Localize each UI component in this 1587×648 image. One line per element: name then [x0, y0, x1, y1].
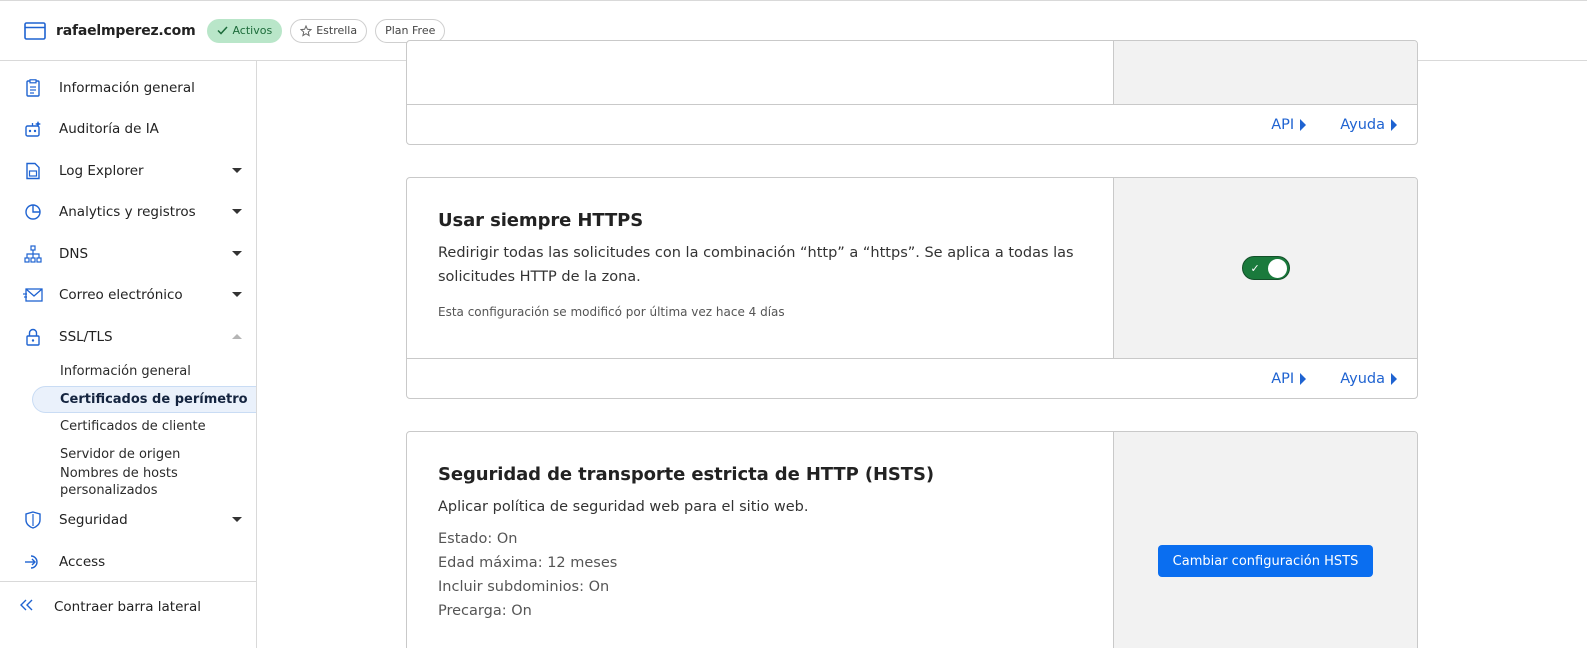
card-control-area: Cambiar configuración HSTS — [1114, 432, 1417, 648]
sidebar-item-email[interactable]: Correo electrónico — [0, 280, 256, 310]
pie-chart-icon — [23, 202, 43, 222]
api-link-label: API — [1271, 116, 1295, 133]
card-content — [407, 41, 1114, 104]
card-footer: API Ayuda — [407, 104, 1417, 144]
caret-right-icon — [1391, 118, 1397, 131]
log-icon — [23, 161, 43, 181]
api-link-label: API — [1271, 370, 1295, 387]
access-icon — [23, 552, 43, 572]
sidebar-item-dns[interactable]: DNS — [0, 239, 256, 269]
api-link[interactable]: API — [1271, 370, 1307, 387]
help-link-label: Ayuda — [1340, 116, 1385, 133]
robot-icon — [23, 119, 43, 139]
plan-badge: Plan Free — [375, 18, 446, 43]
check-icon: ✓ — [1250, 262, 1260, 275]
change-hsts-settings-button[interactable]: Cambiar configuración HSTS — [1157, 545, 1374, 577]
site-name[interactable]: rafaelmperez.com — [56, 23, 196, 39]
sidebar-item-log-explorer[interactable]: Log Explorer — [0, 156, 256, 186]
sidebar-item-overview[interactable]: Información general — [0, 73, 256, 103]
browser-window-icon — [24, 21, 46, 40]
sidebar-item-ai-audit[interactable]: Auditoría de IA — [0, 114, 256, 144]
always-https-toggle[interactable]: ✓ — [1241, 256, 1290, 280]
status-badge: Activos — [207, 18, 283, 43]
card-footer: API Ayuda — [407, 358, 1417, 398]
star-icon — [300, 24, 313, 37]
chevron-down-icon — [232, 517, 242, 522]
sidebar-item-label: Seguridad — [59, 512, 128, 528]
card-title: Seguridad de transporte estricta de HTTP… — [438, 464, 934, 485]
card-content: Seguridad de transporte estricta de HTTP… — [407, 432, 1114, 648]
sidebar-subitem-client-certificates[interactable]: Certificados de cliente — [32, 418, 256, 435]
hsts-max-age: Edad máxima: 12 meses — [438, 555, 618, 571]
chevron-down-icon — [232, 168, 242, 173]
sidebar-divider — [0, 581, 256, 582]
hsts-include-subdomains: Incluir subdominios: On — [438, 579, 610, 595]
card-control-area — [1114, 41, 1417, 104]
mail-icon — [23, 285, 43, 305]
help-link-label: Ayuda — [1340, 370, 1385, 387]
collapse-sidebar-label: Contraer barra lateral — [54, 599, 201, 615]
sidebar-item-security[interactable]: Seguridad — [0, 505, 256, 535]
document-icon — [23, 78, 43, 98]
double-chevron-left-icon — [20, 599, 36, 615]
chevron-down-icon — [232, 251, 242, 256]
api-link[interactable]: API — [1271, 116, 1307, 133]
caret-right-icon — [1300, 118, 1307, 131]
caret-right-icon — [1300, 372, 1307, 385]
sidebar-item-label: Log Explorer — [59, 163, 144, 179]
sidebar-subitem-edge-certificates[interactable]: Certificados de perímetro — [32, 386, 256, 413]
sidebar-item-label: Información general — [59, 80, 195, 96]
card-control-area: ✓ — [1114, 178, 1417, 358]
sidebar: Información general Auditoría de IA Log … — [0, 61, 257, 648]
shield-icon — [23, 510, 43, 530]
sidebar-subitem-overview[interactable]: Información general — [32, 363, 256, 380]
card-description: Aplicar política de seguridad web para e… — [438, 499, 809, 515]
help-link[interactable]: Ayuda — [1340, 117, 1397, 133]
sidebar-item-label: Correo electrónico — [59, 287, 183, 303]
toggle-knob — [1267, 259, 1287, 278]
sidebar-item-label: Auditoría de IA — [59, 121, 159, 137]
sidebar-item-ssl-tls[interactable]: SSL/TLS — [0, 322, 256, 352]
sidebar-item-access[interactable]: Access — [0, 547, 256, 577]
card-title: Usar siempre HTTPS — [438, 210, 644, 231]
sidebar-item-label: Access — [59, 554, 106, 570]
check-icon — [217, 26, 229, 35]
sidebar-item-label: Analytics y registros — [59, 204, 196, 220]
network-icon — [23, 244, 43, 264]
last-modified-note: Esta configuración se modificó por últim… — [438, 305, 785, 319]
card-description: Redirigir todas las solicitudes con la c… — [438, 245, 1074, 285]
star-label: Estrella — [316, 24, 358, 37]
sidebar-subitem-origin-server[interactable]: Servidor de origen — [32, 446, 256, 463]
hsts-card: Seguridad de transporte estricta de HTTP… — [406, 431, 1418, 648]
caret-right-icon — [1391, 372, 1397, 385]
sidebar-item-label: SSL/TLS — [59, 329, 113, 345]
card-content: Usar siempre HTTPS Redirigir todas las s… — [407, 178, 1114, 358]
star-button[interactable]: Estrella — [290, 18, 368, 43]
chevron-up-icon — [232, 334, 242, 339]
always-https-card: Usar siempre HTTPS Redirigir todas las s… — [406, 177, 1418, 399]
lock-icon — [23, 327, 43, 347]
hsts-preload: Precarga: On — [438, 603, 532, 619]
sidebar-item-label: DNS — [59, 246, 89, 262]
sidebar-subitem-custom-hostnames[interactable]: Nombres de hosts personalizados — [32, 465, 202, 499]
settings-card-previous: API Ayuda — [406, 40, 1418, 145]
help-link[interactable]: Ayuda — [1340, 371, 1397, 387]
sidebar-item-analytics[interactable]: Analytics y registros — [0, 197, 256, 227]
collapse-sidebar-button[interactable]: Contraer barra lateral — [20, 599, 201, 615]
chevron-down-icon — [232, 292, 242, 297]
status-badge-label: Activos — [232, 24, 273, 37]
chevron-down-icon — [232, 209, 242, 214]
hsts-status: Estado: On — [438, 531, 518, 547]
